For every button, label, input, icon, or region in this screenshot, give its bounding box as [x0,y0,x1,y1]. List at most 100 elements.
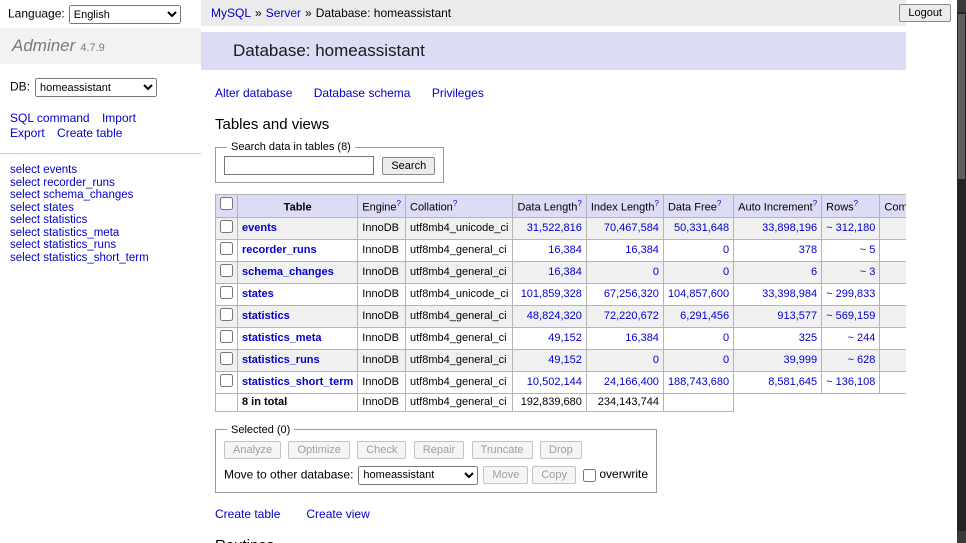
move-button[interactable]: Move [483,466,528,484]
doc-help-link[interactable]: ? [654,199,658,208]
scrollbar-down-arrow[interactable] [957,531,966,543]
data-length-link[interactable]: 49,152 [548,332,582,344]
db-nav-link[interactable]: Privileges [432,86,484,100]
select-all-checkbox[interactable] [220,197,233,210]
db-nav-link[interactable]: Alter database [215,86,292,100]
rows-count-link[interactable]: ~ 569,159 [826,310,875,322]
table-name-link[interactable]: statistics_meta [242,332,322,344]
move-db-select[interactable]: homeassistant [358,466,478,485]
scrollbar-thumb[interactable] [958,14,965,179]
scrollbar[interactable] [957,0,966,543]
doc-help-link[interactable]: ? [813,199,817,208]
data-length-link[interactable]: 16,384 [548,244,582,256]
copy-button[interactable]: Copy [532,466,576,484]
data-length-link[interactable]: 16,384 [548,266,582,278]
sidebar-select-table-link[interactable]: select statistics [10,214,191,227]
rows-count-link[interactable]: ~ 5 [860,244,876,256]
rows-count-link[interactable]: ~ 136,108 [826,376,875,388]
data-length-link[interactable]: 48,824,320 [527,310,582,322]
auto-increment-link[interactable]: 6 [811,266,817,278]
sidebar-select-table-link[interactable]: select states [10,202,191,215]
index-length-link[interactable]: 16,384 [625,244,659,256]
row-checkbox[interactable] [220,220,233,233]
data-free-link[interactable]: 0 [723,332,729,344]
rows-count-link[interactable]: ~ 299,833 [826,288,875,300]
rows-count-link[interactable]: ~ 628 [848,354,876,366]
doc-help-link[interactable]: ? [717,199,721,208]
selected-action-button[interactable]: Analyze [224,441,281,459]
rows-count-link[interactable]: ~ 244 [848,332,876,344]
selected-action-button[interactable]: Optimize [288,441,349,459]
index-length-link[interactable]: 70,467,584 [604,222,659,234]
sidebar-select-table-link[interactable]: select statistics_meta [10,227,191,240]
sidebar-action-link[interactable]: Create table [57,126,122,140]
breadcrumb-mysql-link[interactable]: MySQL [211,6,251,20]
index-length-link[interactable]: 16,384 [625,332,659,344]
sidebar-select-table-link[interactable]: select events [10,164,191,177]
scrollbar-up-arrow[interactable] [957,0,966,12]
logout-button[interactable]: Logout [899,4,951,22]
table-name-link[interactable]: schema_changes [242,266,334,278]
search-button[interactable]: Search [382,157,435,175]
table-name-link[interactable]: statistics [242,310,290,322]
table-name-link[interactable]: recorder_runs [242,244,317,256]
data-free-link[interactable]: 104,857,600 [668,288,729,300]
language-select[interactable]: English [69,5,181,24]
selected-action-button[interactable]: Repair [414,441,464,459]
index-length-link[interactable]: 67,256,320 [604,288,659,300]
rows-count-link[interactable]: ~ 3 [860,266,876,278]
search-input[interactable] [224,156,374,175]
row-checkbox[interactable] [220,374,233,387]
index-length-link[interactable]: 24,166,400 [604,376,659,388]
auto-increment-link[interactable]: 913,577 [777,310,817,322]
overwrite-checkbox[interactable] [583,469,596,482]
data-length-link[interactable]: 101,859,328 [521,288,582,300]
auto-increment-link[interactable]: 8,581,645 [768,376,817,388]
create-table-link[interactable]: Create table [215,507,280,521]
auto-increment-link[interactable]: 33,398,984 [762,288,817,300]
adminer-logo-link[interactable]: Adminer [12,36,75,55]
create-view-link[interactable]: Create view [306,507,369,521]
doc-help-link[interactable]: ? [854,199,858,208]
row-checkbox[interactable] [220,330,233,343]
doc-help-link[interactable]: ? [453,199,457,208]
data-length-link[interactable]: 10,502,144 [527,376,582,388]
sidebar-action-link[interactable]: SQL command [10,111,90,125]
data-free-link[interactable]: 0 [723,354,729,366]
doc-help-link[interactable]: ? [397,199,401,208]
auto-increment-link[interactable]: 39,999 [784,354,818,366]
db-select[interactable]: homeassistant [35,78,157,97]
row-checkbox[interactable] [220,242,233,255]
index-length-link[interactable]: 0 [653,354,659,366]
data-free-link[interactable]: 6,291,456 [680,310,729,322]
data-free-link[interactable]: 188,743,680 [668,376,729,388]
table-name-link[interactable]: events [242,222,277,234]
selected-action-button[interactable]: Check [357,441,406,459]
sidebar-select-table-link[interactable]: select schema_changes [10,189,191,202]
sidebar-select-table-link[interactable]: select statistics_runs [10,239,191,252]
index-length-link[interactable]: 72,220,672 [604,310,659,322]
auto-increment-link[interactable]: 378 [799,244,817,256]
auto-increment-link[interactable]: 33,898,196 [762,222,817,234]
doc-help-link[interactable]: ? [577,199,581,208]
sidebar-select-table-link[interactable]: select statistics_short_term [10,252,191,265]
index-length-link[interactable]: 0 [653,266,659,278]
table-name-link[interactable]: statistics_runs [242,354,320,366]
row-checkbox[interactable] [220,264,233,277]
data-free-link[interactable]: 0 [723,266,729,278]
breadcrumb-server-link[interactable]: Server [266,6,301,20]
table-name-link[interactable]: statistics_short_term [242,376,353,388]
overwrite-label[interactable]: overwrite [599,467,648,481]
selected-action-button[interactable]: Drop [540,441,582,459]
data-free-link[interactable]: 50,331,648 [674,222,729,234]
selected-action-button[interactable]: Truncate [472,441,533,459]
data-length-link[interactable]: 31,522,816 [527,222,582,234]
data-free-link[interactable]: 0 [723,244,729,256]
table-name-link[interactable]: states [242,288,274,300]
auto-increment-link[interactable]: 325 [799,332,817,344]
db-nav-link[interactable]: Database schema [314,86,411,100]
row-checkbox[interactable] [220,308,233,321]
sidebar-action-link[interactable]: Export [10,126,45,140]
data-length-link[interactable]: 49,152 [548,354,582,366]
rows-count-link[interactable]: ~ 312,180 [826,222,875,234]
